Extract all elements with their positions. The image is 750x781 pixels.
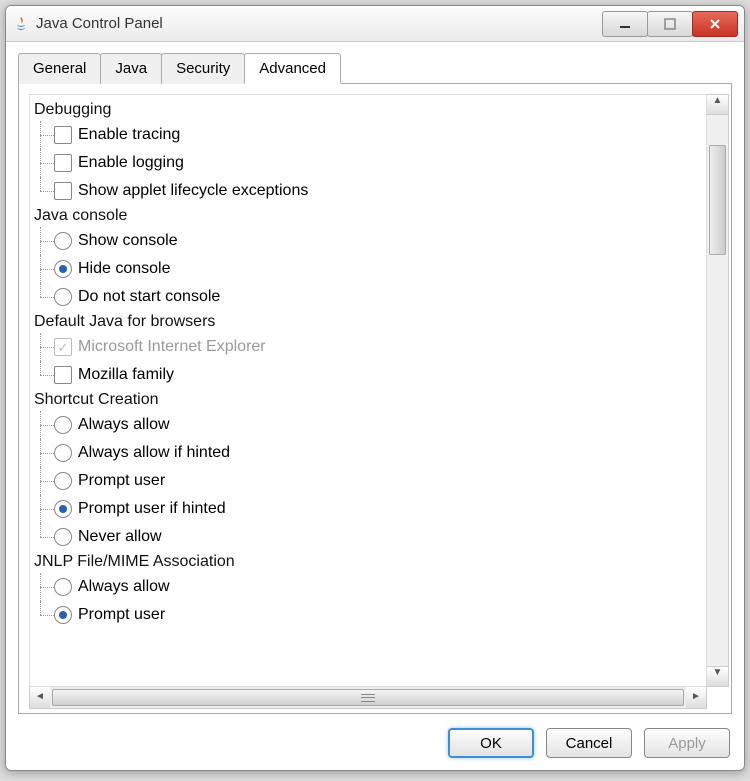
- apply-button[interactable]: Apply: [644, 728, 730, 758]
- radio-icon[interactable]: [54, 416, 72, 434]
- item-label: Prompt user: [78, 606, 165, 624]
- checkbox-icon[interactable]: [54, 366, 72, 384]
- vertical-scrollbar[interactable]: ▲ ▼: [707, 94, 729, 687]
- tree-item[interactable]: Prompt user: [34, 601, 702, 629]
- item-label: Mozilla family: [78, 366, 174, 384]
- dialog-buttons: OK Cancel Apply: [6, 718, 744, 770]
- window-title: Java Control Panel: [36, 15, 163, 32]
- maximize-button[interactable]: [647, 11, 693, 37]
- tree-item[interactable]: Always allow if hinted: [34, 439, 702, 467]
- radio-icon[interactable]: [54, 260, 72, 278]
- window-controls: [603, 11, 738, 37]
- tree-item[interactable]: Mozilla family: [34, 361, 702, 389]
- radio-icon[interactable]: [54, 606, 72, 624]
- group-label: Java console: [34, 207, 702, 225]
- close-button[interactable]: [692, 11, 738, 37]
- checkbox-icon: [54, 338, 72, 356]
- item-label: Enable logging: [78, 154, 184, 172]
- radio-icon[interactable]: [54, 472, 72, 490]
- item-label: Show console: [78, 232, 178, 250]
- java-icon: [12, 15, 30, 33]
- group-label: JNLP File/MIME Association: [34, 553, 702, 571]
- scroll-right-arrow-icon[interactable]: ►: [686, 687, 706, 708]
- scroll-down-arrow-icon[interactable]: ▼: [707, 666, 728, 686]
- tree-item[interactable]: Prompt user: [34, 467, 702, 495]
- radio-icon[interactable]: [54, 500, 72, 518]
- item-label: Never allow: [78, 528, 162, 546]
- content-area: General Java Security Advanced Debugging…: [6, 42, 744, 718]
- java-control-panel-window: Java Control Panel General Java Security…: [5, 5, 745, 771]
- item-label: Prompt user: [78, 472, 165, 490]
- group-label: Default Java for browsers: [34, 313, 702, 331]
- item-label: Always allow: [78, 578, 170, 596]
- hscroll-thumb[interactable]: [52, 689, 684, 706]
- item-label: Always allow: [78, 416, 170, 434]
- radio-icon[interactable]: [54, 232, 72, 250]
- checkbox-icon[interactable]: [54, 154, 72, 172]
- titlebar: Java Control Panel: [6, 6, 744, 42]
- tree-item: Microsoft Internet Explorer: [34, 333, 702, 361]
- tree-item[interactable]: Enable logging: [34, 149, 702, 177]
- scroll-left-arrow-icon[interactable]: ◄: [30, 687, 50, 708]
- checkbox-icon[interactable]: [54, 182, 72, 200]
- ok-button[interactable]: OK: [448, 728, 534, 758]
- tree-item[interactable]: Hide console: [34, 255, 702, 283]
- tree-item[interactable]: Do not start console: [34, 283, 702, 311]
- checkbox-icon[interactable]: [54, 126, 72, 144]
- item-label: Prompt user if hinted: [78, 500, 226, 518]
- tab-advanced[interactable]: Advanced: [244, 53, 341, 84]
- cancel-button[interactable]: Cancel: [546, 728, 632, 758]
- tree-item[interactable]: Show console: [34, 227, 702, 255]
- item-label: Microsoft Internet Explorer: [78, 338, 266, 356]
- tab-java[interactable]: Java: [100, 53, 162, 84]
- minimize-button[interactable]: [602, 11, 648, 37]
- item-label: Enable tracing: [78, 126, 180, 144]
- radio-icon[interactable]: [54, 444, 72, 462]
- settings-tree: Debugging Enable tracing Enable logging Sho…: [29, 94, 707, 687]
- tree-item[interactable]: Always allow: [34, 573, 702, 601]
- scroll-up-arrow-icon[interactable]: ▲: [707, 95, 728, 115]
- tab-security[interactable]: Security: [161, 53, 245, 84]
- scroll-thumb[interactable]: [709, 145, 726, 255]
- item-label: Show applet lifecycle exceptions: [78, 182, 308, 200]
- tree-item[interactable]: Enable tracing: [34, 121, 702, 149]
- group-label: Shortcut Creation: [34, 391, 702, 409]
- item-label: Do not start console: [78, 288, 220, 306]
- tree-item[interactable]: Always allow: [34, 411, 702, 439]
- radio-icon[interactable]: [54, 528, 72, 546]
- radio-icon[interactable]: [54, 288, 72, 306]
- radio-icon[interactable]: [54, 578, 72, 596]
- item-label: Hide console: [78, 260, 171, 278]
- horizontal-scrollbar[interactable]: ◄ ►: [29, 687, 707, 709]
- tree-item[interactable]: Never allow: [34, 523, 702, 551]
- tab-general[interactable]: General: [18, 53, 101, 84]
- tab-bar: General Java Security Advanced: [18, 52, 732, 84]
- tree-item[interactable]: Prompt user if hinted: [34, 495, 702, 523]
- group-label: Debugging: [34, 101, 702, 119]
- item-label: Always allow if hinted: [78, 444, 230, 462]
- advanced-panel: Debugging Enable tracing Enable logging Sho…: [18, 84, 732, 714]
- tree-item[interactable]: Show applet lifecycle exceptions: [34, 177, 702, 205]
